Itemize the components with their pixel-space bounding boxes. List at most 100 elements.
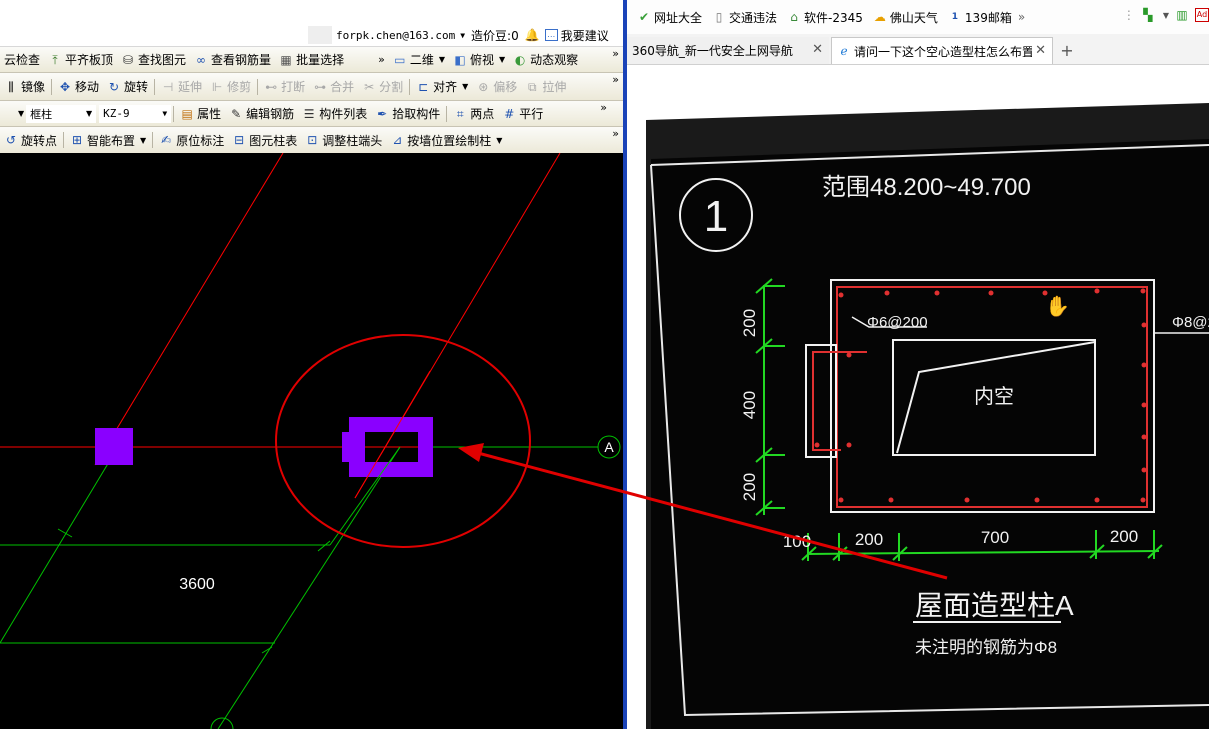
move-button[interactable]: ✥ 移动 [54,77,103,97]
favorite-label: 139邮箱 [964,10,1012,25]
batch-select-button[interactable]: ▦ 批量选择 [275,50,348,70]
find-element-button[interactable]: ⛁ 查找图元 [117,50,190,70]
two-points-button[interactable]: ⌗ 两点 [449,104,498,124]
chevron-down-icon[interactable]: ▼ [18,109,24,118]
component-name-value: KZ-9 [103,107,130,120]
adblock-icon[interactable]: Ad [1195,8,1209,22]
tab-strip: 360导航_新一代安全上网导航 ✕ ℯ 请问一下这个空心造型柱怎么布置 ✕ + [627,34,1209,65]
detail-title: 屋面造型柱A [915,590,1074,621]
split-button[interactable]: ✂ 分割 [358,77,407,97]
suggest-button[interactable]: … 我要建议 [544,25,609,45]
book-icon[interactable]: ▥ [1175,8,1189,22]
offset-icon: ⊛ [478,79,489,94]
favorites-bar: ✔ 网址大全 ▯ 交通违法 ⌂ 软件-2345 ☁ 佛山天气 1 139邮箱 » ⋮ ▚ … [627,0,1209,34]
component-name-select[interactable]: KZ-9 ▼ [99,104,172,123]
break-icon: ⊷ [265,79,278,94]
new-tab-button[interactable]: + [1055,37,1079,64]
column-kz-1[interactable] [95,428,133,465]
account-menu[interactable]: forpk.chen@163.com ▼ [336,25,465,45]
favorite-link-4[interactable]: 1 139邮箱 [948,9,1012,26]
grid-select-icon: ▦ [280,52,292,67]
break-button[interactable]: ⊷ 打断 [260,77,309,97]
hand-cursor-icon: ✋ [1045,294,1070,318]
column-table-button[interactable]: ⊟ 图元柱表 [228,130,301,150]
smart-layout-icon: ⊞ [71,133,83,147]
account-label: forpk.chen@163.com [336,28,456,42]
web-content: 1 范围48.200~49.700 内空 Φ6@200 Φ8@2 ✋ [627,65,1209,729]
tab-360-nav[interactable]: 360导航_新一代安全上网导航 ✕ [627,37,829,64]
align-slab-top-button[interactable]: ⤒ 平齐板顶 [44,50,117,70]
rotate-point-label: 旋转点 [21,133,58,148]
table-icon: ⊟ [234,133,245,147]
properties-button[interactable]: ▤ 属性 [176,104,225,124]
parallel-button[interactable]: # 平行 [498,104,547,124]
top-view-dropdown[interactable]: ◧ 俯视 ▼ [449,50,509,70]
axis-label-a: A [604,439,614,455]
separator [152,132,154,148]
align-icon: ⊏ [418,79,429,94]
extend-label: 延伸 [178,80,203,94]
favorites-overflow[interactable]: » [1018,10,1025,24]
dynamic-observe-button[interactable]: ◐ 动态观察 [509,50,582,70]
mirror-button[interactable]: ⫼ 镜像 [0,77,49,97]
bell-icon[interactable]: 🔔 [525,28,540,42]
toolbar-overflow-4[interactable]: » [600,101,607,114]
slab-align-icon: ⤒ [52,52,58,67]
tab-active-question[interactable]: ℯ 请问一下这个空心造型柱怎么布置 ✕ [831,37,1053,64]
merge-button[interactable]: ⊶ 合并 [309,77,358,97]
component-type-select[interactable]: 框柱 ▼ [26,104,97,123]
trim-button[interactable]: ⊩ 修剪 [206,77,255,97]
separator [63,132,65,148]
dim-horizontal-4: 200 [1110,527,1138,546]
stirrup-spec: Φ6@200 [867,314,928,331]
stretch-label: 拉伸 [542,80,567,94]
pick-component-button[interactable]: ✒ 拾取构件 [371,104,444,124]
binoculars-icon: ⛁ [123,52,134,67]
rotate-point-button[interactable]: ↺ 旋转点 [0,130,61,150]
smart-layout-dropdown[interactable]: ⊞ 智能布置 ▼ [66,130,150,150]
break-label: 打断 [281,80,306,94]
favorite-link-2[interactable]: ⌂ 软件-2345 [787,9,863,26]
close-icon[interactable]: ✕ [809,42,823,57]
toolbar-overflow-1[interactable]: » [378,53,385,66]
favorite-link-0[interactable]: ✔ 网址大全 [637,9,702,26]
extend-button[interactable]: ⊣ 延伸 [157,77,206,97]
favorite-link-1[interactable]: ▯ 交通违法 [712,9,777,26]
apps-grid-icon[interactable]: ▚ [1141,8,1155,22]
properties-icon: ▤ [181,106,193,121]
component-list-button[interactable]: ☰ 构件列表 [298,104,371,124]
page-icon: ▯ [715,10,723,24]
browser-window: ✔ 网址大全 ▯ 交通违法 ⌂ 软件-2345 ☁ 佛山天气 1 139邮箱 » ⋮ ▚ … [627,0,1209,729]
dim-horizontal-2: 200 [855,530,883,549]
toolbar-overflow-2[interactable]: » [612,47,619,60]
pick-component-label: 拾取构件 [392,107,441,121]
view-rebar-qty-button[interactable]: ∞ 查看钢筋量 [190,50,275,70]
cloud-check-button[interactable]: 云检查 [0,50,44,70]
edit-rebar-button[interactable]: ✎ 编辑钢筋 [225,104,298,124]
drawing-canvas[interactable]: A 3600 [0,153,623,729]
dynamic-observe-label: 动态观察 [530,53,579,67]
cube-icon: ◧ [454,52,466,67]
align-dropdown[interactable]: ⊏ 对齐 ▼ [412,77,472,97]
view-2d-dropdown[interactable]: ▭ 二维 ▼ [389,50,449,70]
rotate-button[interactable]: ↻ 旋转 [103,77,152,97]
separator [154,78,156,95]
top-view-label: 俯视 [469,53,494,67]
pencil-icon: ✎ [231,106,242,121]
align-slab-top-label: 平齐板顶 [65,53,114,67]
toolbar-overflow-3[interactable]: » [612,73,619,86]
offset-button[interactable]: ⊛ 偏移 [472,77,521,97]
toolbar-overflow-5[interactable]: » [612,127,619,140]
draw-by-wall-label: 按墙位置绘制柱 [407,133,492,148]
hollow-label: 内空 [974,385,1014,408]
in-situ-mark-button[interactable]: ✍ 原位标注 [155,130,228,150]
close-icon[interactable]: ✕ [1032,43,1046,58]
stretch-button[interactable]: ⧉ 拉伸 [521,77,570,97]
cad-application: forpk.chen@163.com ▼ 造价豆:0 🔔 … 我要建议 云检查 … [0,0,623,729]
draw-by-wall-dropdown[interactable]: ⊿ 按墙位置绘制柱 ▼ [386,130,506,150]
adjust-column-end-button[interactable]: ⊡ 调整柱端头 [301,130,386,150]
adjust-column-end-label: 调整柱端头 [322,133,383,148]
favorite-link-3[interactable]: ☁ 佛山天气 [873,9,938,26]
chevron-down-icon[interactable]: ▼ [1163,11,1169,20]
stretch-icon: ⧉ [528,79,537,94]
